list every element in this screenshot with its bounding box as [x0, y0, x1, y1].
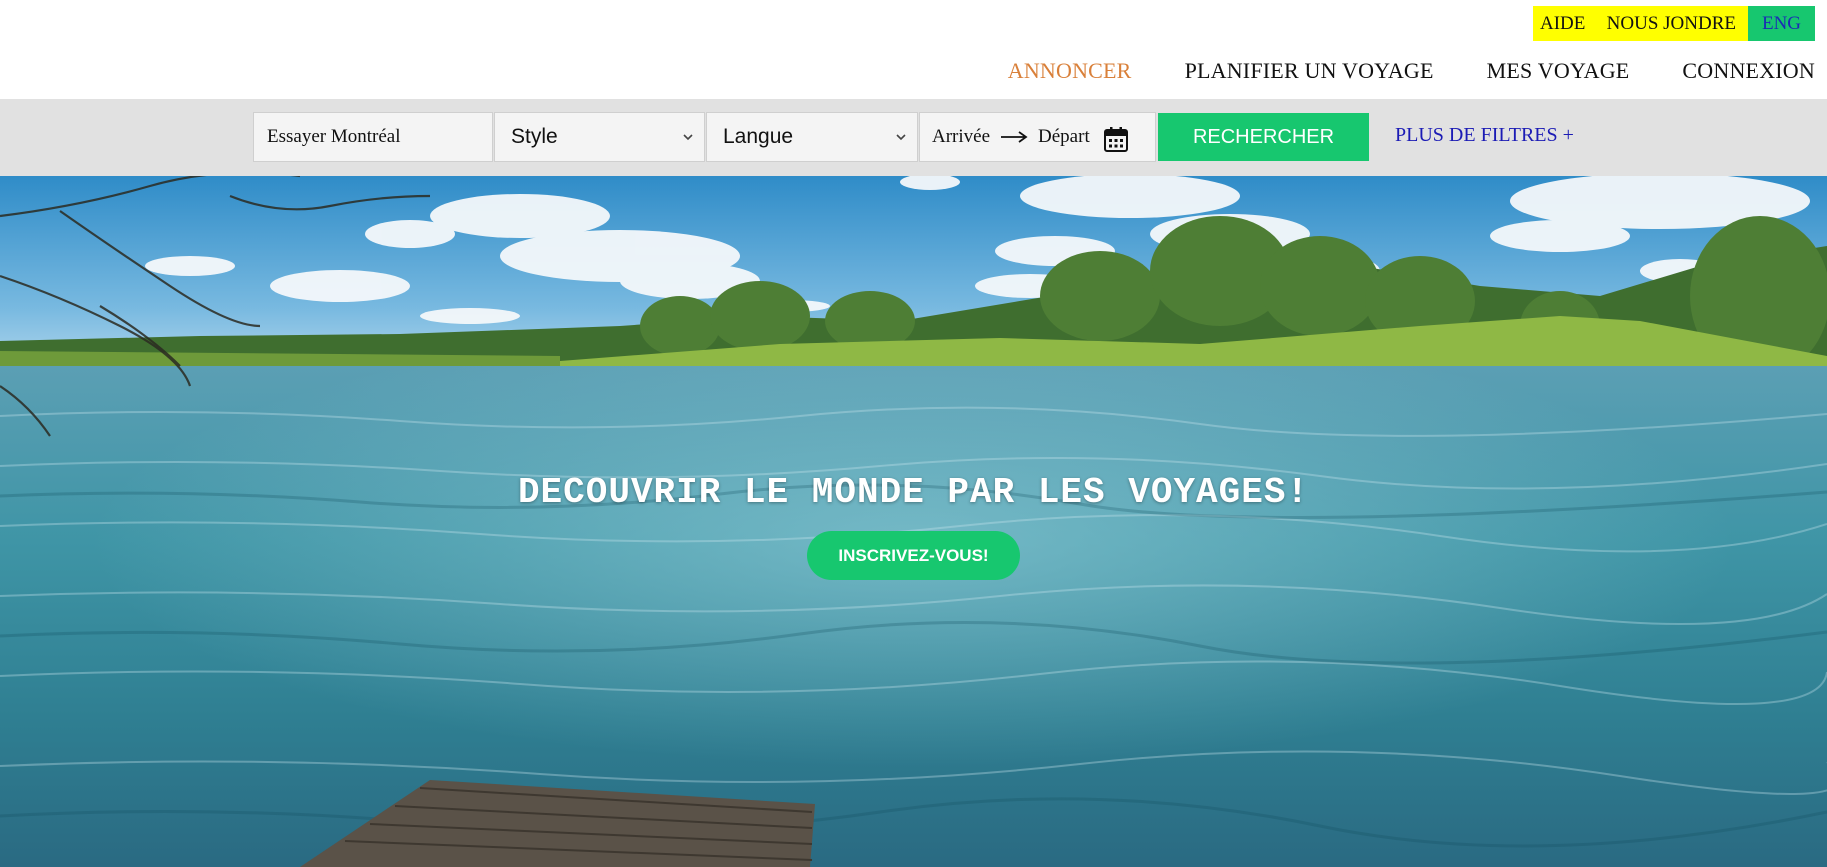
- nav-item-mes-voyages[interactable]: MES VOYAGE: [1487, 58, 1630, 84]
- nav-item-planifier[interactable]: PLANIFIER UN VOYAGE: [1185, 58, 1434, 84]
- date-range-picker[interactable]: Arrivée Départ: [919, 112, 1156, 162]
- hero-banner: DECOUVRIR LE MONDE PAR LES VOYAGES! INSC…: [0, 176, 1827, 867]
- signup-button[interactable]: INSCRIVEZ-VOUS!: [807, 531, 1020, 580]
- main-nav: ANNONCER PLANIFIER UN VOYAGE MES VOYAGE …: [955, 58, 1815, 84]
- nav-item-connexion[interactable]: CONNEXION: [1682, 58, 1815, 84]
- search-bar: Essayer Montréal Style Langue Arrivée Dé…: [0, 99, 1827, 176]
- utility-bar: AIDE NOUS JONDRE ENG: [1532, 6, 1815, 41]
- destination-placeholder: Essayer Montréal: [267, 126, 401, 147]
- hero-title: DECOUVRIR LE MONDE PAR LES VOYAGES!: [517, 472, 1310, 513]
- language-select-value: Langue: [723, 125, 794, 148]
- departure-label: Départ: [1038, 126, 1090, 147]
- calendar-icon[interactable]: [1104, 126, 1128, 152]
- style-select-value: Style: [511, 125, 558, 148]
- nav-item-annoncer[interactable]: ANNONCER: [1008, 58, 1132, 84]
- more-filters-link[interactable]: PLUS DE FILTRES +: [1395, 124, 1574, 147]
- chevron-down-icon: [896, 134, 906, 141]
- destination-input[interactable]: Essayer Montréal: [253, 112, 493, 162]
- chevron-down-icon: [683, 134, 693, 141]
- search-button[interactable]: RECHERCHER: [1158, 113, 1369, 161]
- arrival-label: Arrivée: [932, 126, 991, 147]
- style-select[interactable]: Style: [494, 112, 705, 162]
- help-link[interactable]: AIDE: [1532, 6, 1593, 41]
- hero-landscape-image: [0, 176, 1827, 867]
- language-select[interactable]: Langue: [706, 112, 918, 162]
- contact-link[interactable]: NOUS JONDRE: [1592, 6, 1748, 41]
- language-toggle[interactable]: ENG: [1748, 6, 1815, 41]
- arrow-right-icon: [1000, 130, 1028, 144]
